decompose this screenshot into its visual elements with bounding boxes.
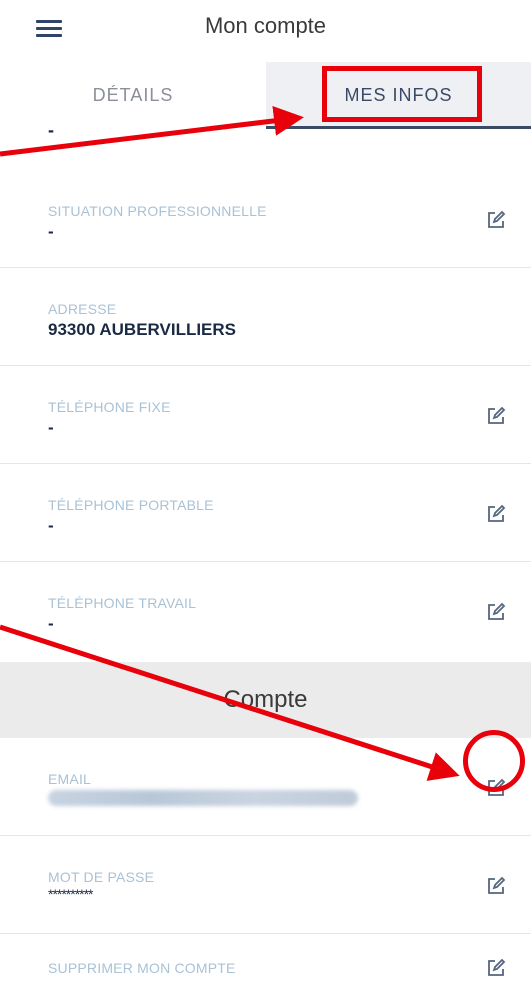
field-label: TÉLÉPHONE TRAVAIL bbox=[48, 595, 197, 611]
active-tab-indicator bbox=[266, 126, 531, 129]
tab-bar: DÉTAILS MES INFOS bbox=[0, 62, 531, 128]
info-row-telephone-fixe: TÉLÉPHONE FIXE - bbox=[0, 366, 531, 464]
edit-icon[interactable] bbox=[486, 504, 506, 524]
edit-icon[interactable] bbox=[486, 778, 506, 798]
account-row-email: EMAIL bbox=[0, 738, 531, 836]
field-label: ADRESSE bbox=[48, 301, 117, 317]
field-value: - bbox=[48, 418, 54, 437]
field-value: - bbox=[48, 222, 54, 241]
info-row-situation-professionnelle: SITUATION PROFESSIONNELLE - bbox=[0, 170, 531, 268]
edit-icon[interactable] bbox=[486, 210, 506, 230]
info-row-adresse: ADRESSE 93300 AUBERVILLIERS bbox=[0, 268, 531, 366]
password-value: ********** bbox=[48, 886, 93, 902]
section-header-compte: Compte bbox=[0, 662, 531, 738]
field-label: TÉLÉPHONE FIXE bbox=[48, 399, 171, 415]
info-row-telephone-travail: TÉLÉPHONE TRAVAIL - bbox=[0, 562, 531, 662]
edit-icon[interactable] bbox=[486, 876, 506, 896]
account-row-supprimer: SUPPRIMER MON COMPTE bbox=[0, 934, 531, 1001]
tab-details[interactable]: DÉTAILS bbox=[0, 62, 266, 128]
edit-icon[interactable] bbox=[486, 406, 506, 426]
app-header: Mon compte bbox=[0, 0, 531, 56]
field-label: SITUATION PROFESSIONNELLE bbox=[48, 203, 267, 219]
field-label: EMAIL bbox=[48, 771, 92, 787]
field-label: TÉLÉPHONE PORTABLE bbox=[48, 497, 214, 513]
info-row-telephone-portable: TÉLÉPHONE PORTABLE - bbox=[0, 464, 531, 562]
previous-field-value: - bbox=[48, 120, 54, 140]
blurred-email-value bbox=[48, 790, 358, 806]
page-title: Mon compte bbox=[204, 13, 327, 38]
account-row-mot-de-passe: MOT DE PASSE ********** bbox=[0, 836, 531, 934]
field-value: - bbox=[48, 614, 54, 633]
field-label: SUPPRIMER MON COMPTE bbox=[48, 960, 236, 976]
section-title: Compte bbox=[223, 686, 308, 713]
field-value: - bbox=[48, 516, 54, 535]
edit-icon[interactable] bbox=[486, 602, 506, 622]
field-value: 93300 AUBERVILLIERS bbox=[48, 320, 237, 339]
field-label: MOT DE PASSE bbox=[48, 869, 155, 885]
edit-icon[interactable] bbox=[486, 958, 506, 978]
tab-mes-infos[interactable]: MES INFOS bbox=[266, 62, 531, 128]
